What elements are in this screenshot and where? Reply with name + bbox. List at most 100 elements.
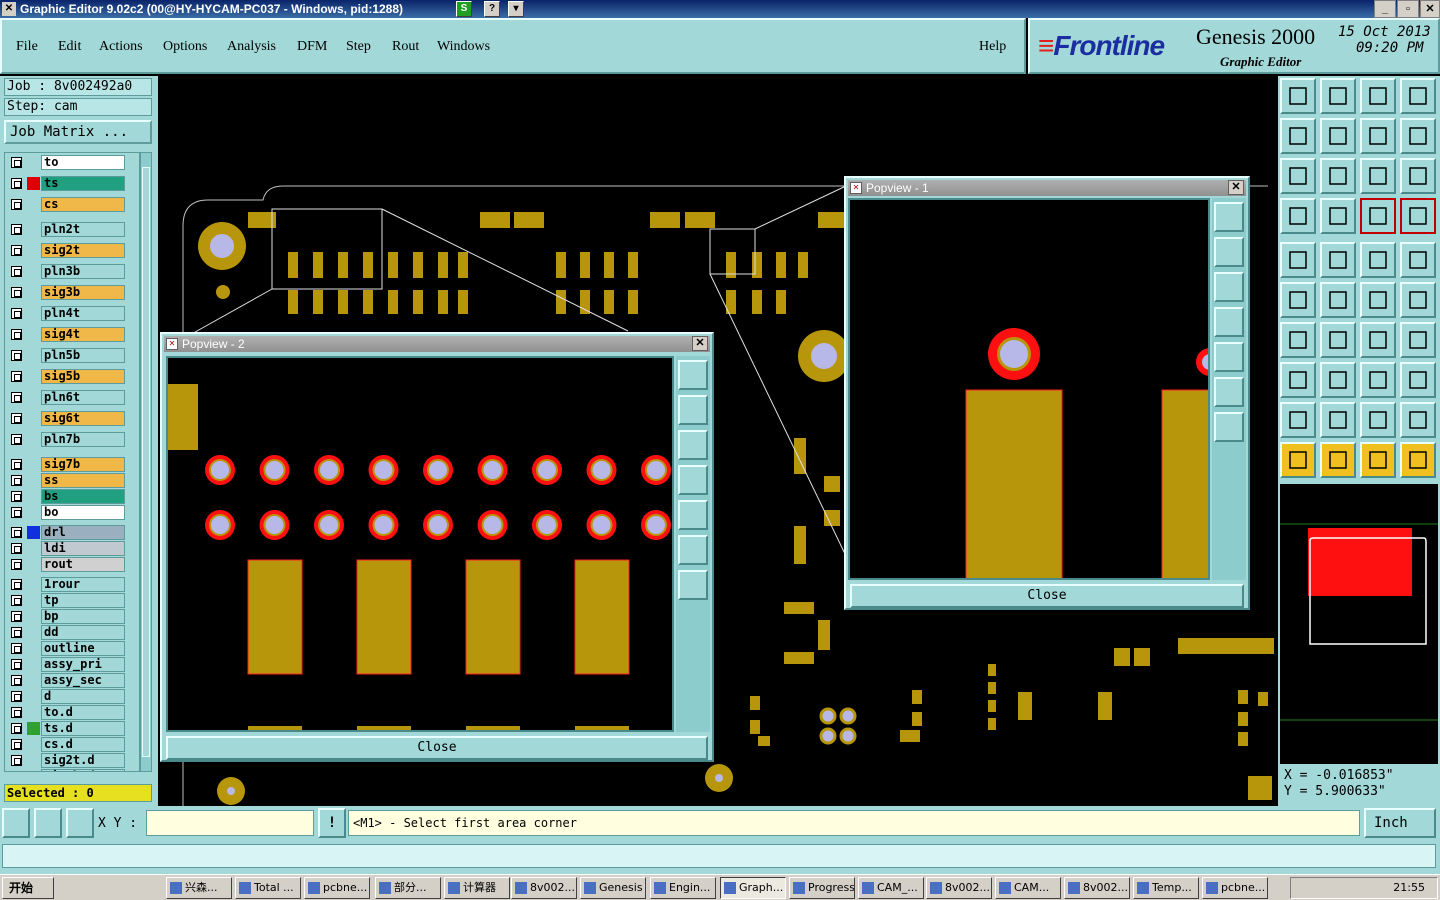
layer-color-swatch[interactable] (27, 391, 40, 404)
export-icon[interactable] (1320, 118, 1356, 154)
save-icon[interactable] (1320, 78, 1356, 114)
layer-checkbox[interactable] (11, 543, 22, 554)
layer-checkbox[interactable] (11, 287, 22, 298)
layer-row[interactable]: pln6t (5, 390, 127, 405)
layer-name[interactable]: ldi (41, 541, 125, 556)
layer-checkbox[interactable] (11, 392, 22, 403)
layer-color-swatch[interactable] (27, 610, 40, 623)
layer-color-swatch[interactable] (27, 490, 40, 503)
pan-left-icon[interactable] (678, 465, 708, 495)
units-selector[interactable]: Inch (1364, 808, 1436, 838)
layer-color-swatch[interactable] (27, 349, 40, 362)
snap-icon[interactable] (1280, 242, 1316, 278)
layer-row[interactable]: pln5b (5, 348, 127, 363)
layer-name[interactable]: pln4t (41, 306, 125, 321)
pan-up-icon[interactable] (678, 395, 708, 425)
layer-color-swatch[interactable] (27, 198, 40, 211)
layer-name[interactable]: bs (41, 489, 125, 504)
layer-row[interactable]: assy_sec (5, 673, 127, 688)
layer-row[interactable]: to.d (5, 705, 127, 720)
taskbar-item[interactable]: CAM... (995, 877, 1061, 899)
menu-edit[interactable]: Edit (58, 39, 81, 55)
layer-name[interactable]: 1rour (41, 577, 125, 592)
zoom-fit-icon[interactable] (1280, 158, 1316, 194)
job-matrix-button[interactable]: Job Matrix ... (4, 120, 152, 144)
layer-name[interactable]: drl (41, 525, 125, 540)
layer-name[interactable]: rout (41, 557, 125, 572)
menu-help[interactable]: Help (979, 39, 1006, 55)
layer-name[interactable]: sig7b (41, 457, 125, 472)
taskbar-item[interactable]: Temp... (1133, 877, 1199, 899)
zoom-center-icon[interactable] (1320, 158, 1356, 194)
layer-checkbox[interactable] (11, 491, 22, 502)
slash-icon[interactable] (1320, 322, 1356, 358)
layer-name[interactable]: bo (41, 505, 125, 520)
layer-color-swatch[interactable] (27, 286, 40, 299)
layer-checkbox[interactable] (11, 627, 22, 638)
layer-row[interactable]: sig3b (5, 285, 127, 300)
layer-row[interactable]: sig6t (5, 411, 127, 426)
connect-icon[interactable] (1280, 282, 1316, 318)
sort-icon[interactable] (1400, 118, 1436, 154)
split-icon[interactable] (1400, 322, 1436, 358)
layer-color-swatch[interactable] (27, 558, 40, 571)
layer-name[interactable]: assy_sec (41, 673, 125, 688)
menu-options[interactable]: Options (163, 39, 207, 55)
layer-color-swatch[interactable] (27, 307, 40, 320)
pan-left-icon[interactable] (1214, 307, 1244, 337)
triangle-3-icon[interactable] (1360, 402, 1396, 438)
step-icon[interactable] (1360, 118, 1396, 154)
home-icon[interactable] (1360, 78, 1396, 114)
layer-row[interactable]: pln4t (5, 306, 127, 321)
layer-name[interactable]: d (41, 689, 125, 704)
layer-checkbox[interactable] (11, 371, 22, 382)
pan-right-icon[interactable] (1214, 342, 1244, 372)
taskbar-item[interactable]: 8v002... (926, 877, 992, 899)
popview-1-canvas[interactable] (848, 198, 1210, 580)
layer-name[interactable]: ss (41, 473, 125, 488)
line-icon[interactable] (1320, 242, 1356, 278)
layer-checkbox[interactable] (11, 595, 22, 606)
taskbar-item[interactable]: Total ... (235, 877, 301, 899)
layer-color-swatch[interactable] (27, 626, 40, 639)
layer-row[interactable]: to (5, 155, 127, 170)
taskbar-item[interactable]: pcbne... (304, 877, 370, 899)
layer-color-swatch[interactable] (27, 658, 40, 671)
layer-checkbox[interactable] (11, 157, 22, 168)
layer-checkbox[interactable] (11, 755, 22, 766)
layer-name[interactable]: pln5b (41, 348, 125, 363)
layer-checkbox[interactable] (11, 691, 22, 702)
minus-icon[interactable] (1320, 362, 1356, 398)
taskbar-item[interactable]: CAM_... (858, 877, 924, 899)
add-point-icon[interactable] (1400, 282, 1436, 318)
close-icon[interactable]: ✕ (1228, 180, 1244, 195)
menu-rout[interactable]: Rout (392, 39, 419, 55)
layer-checkbox[interactable] (11, 245, 22, 256)
info-icon[interactable]: ! (318, 808, 346, 838)
layer-row[interactable]: sig2t (5, 243, 127, 258)
taskbar-item[interactable]: Engin... (650, 877, 716, 899)
layer-color-swatch[interactable] (27, 722, 40, 735)
layer-name[interactable]: sig2t.d (41, 753, 125, 768)
layer-checkbox[interactable] (11, 178, 22, 189)
layer-checkbox[interactable] (11, 675, 22, 686)
layer-checkbox[interactable] (11, 199, 22, 210)
arc-icon[interactable] (1360, 322, 1396, 358)
layer-row[interactable]: ts.d (5, 721, 127, 736)
layer-name[interactable]: sig3b.d (41, 769, 125, 771)
taskbar-item[interactable]: 8v002... (511, 877, 577, 899)
layer-row[interactable]: bo (5, 505, 127, 520)
pan-down-icon[interactable] (1214, 272, 1244, 302)
layer-name[interactable]: pln3b (41, 264, 125, 279)
layer-name[interactable]: cs (41, 197, 125, 212)
layer-checkbox[interactable] (11, 559, 22, 570)
menu-dfm[interactable]: DFM (297, 39, 327, 55)
layer-color-swatch[interactable] (27, 265, 40, 278)
layer-name[interactable]: bp (41, 609, 125, 624)
popview-1-close-button[interactable]: Close (850, 584, 1244, 608)
layer-checkbox[interactable] (11, 434, 22, 445)
layer-checkbox[interactable] (11, 413, 22, 424)
restore-icon[interactable]: ▫ (1397, 0, 1419, 18)
taskbar-item[interactable]: 兴森... (166, 877, 232, 899)
grid-snap-icon[interactable] (66, 808, 94, 838)
